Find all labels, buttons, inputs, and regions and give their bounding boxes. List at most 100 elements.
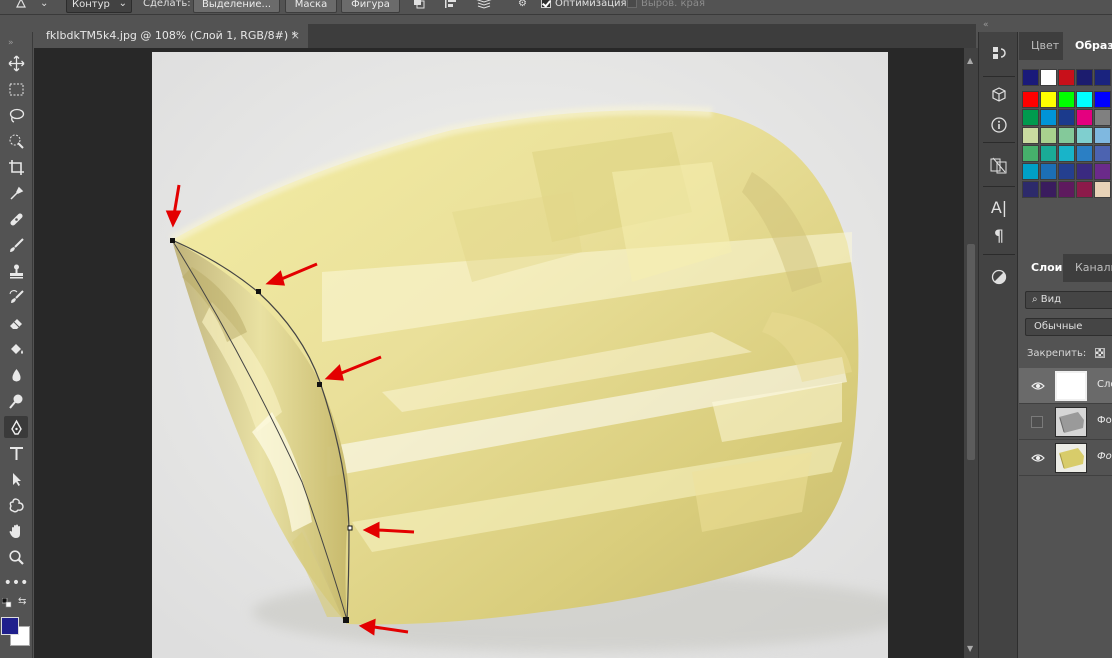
color-swatch[interactable] <box>1058 163 1075 180</box>
color-swatch[interactable] <box>1022 109 1039 126</box>
color-swatch[interactable] <box>1022 91 1039 108</box>
blend-mode-select[interactable]: Обычные <box>1025 318 1112 336</box>
color-swatch[interactable] <box>1094 127 1111 144</box>
tab-layers[interactable]: Слои <box>1019 254 1063 282</box>
move-icon[interactable] <box>4 52 28 74</box>
pen-icon[interactable] <box>4 416 28 438</box>
path-operations-icon[interactable] <box>412 0 426 13</box>
foreground-color-swatch[interactable] <box>1 617 19 635</box>
scroll-up-icon[interactable]: ▲ <box>967 56 973 65</box>
zoom-icon[interactable] <box>4 546 28 568</box>
default-colors-icon[interactable] <box>1 597 12 608</box>
color-swatch[interactable] <box>1076 109 1093 126</box>
align-edges-checkbox[interactable] <box>627 0 637 8</box>
history-icon[interactable] <box>988 42 1010 64</box>
color-swatch[interactable] <box>1022 127 1039 144</box>
scrollbar-thumb[interactable] <box>967 244 975 460</box>
crop-icon[interactable] <box>4 156 28 178</box>
color-swatch[interactable] <box>1076 145 1093 162</box>
more-icon[interactable]: ••• <box>4 572 29 594</box>
info-icon[interactable] <box>988 114 1010 136</box>
color-swatch[interactable] <box>1076 181 1093 198</box>
tab-channels[interactable]: Каналы <box>1063 254 1112 282</box>
color-swatch[interactable] <box>1040 91 1057 108</box>
scroll-down-icon[interactable]: ▼ <box>967 644 973 653</box>
eye-icon[interactable] <box>1031 379 1045 393</box>
color-swatch[interactable] <box>1022 181 1039 198</box>
recent-swatch[interactable] <box>1022 69 1039 86</box>
color-swatch[interactable] <box>1040 145 1057 162</box>
color-swatch[interactable] <box>1022 163 1039 180</box>
dodge-icon[interactable] <box>4 390 28 412</box>
color-swatch[interactable] <box>1058 91 1075 108</box>
document-canvas[interactable] <box>152 52 888 658</box>
optimize-option[interactable]: Оптимизация <box>541 0 627 13</box>
custom-shape-icon[interactable] <box>4 494 28 516</box>
optimize-checkbox[interactable] <box>541 0 551 8</box>
color-swatch[interactable] <box>1040 109 1057 126</box>
chevron-down-icon[interactable]: ⌄ <box>40 0 48 13</box>
pen-tool-preset-icon[interactable] <box>14 0 30 13</box>
align-edges-option[interactable]: Выров. края <box>627 0 705 13</box>
layer-filter-search[interactable]: ⌕ Вид <box>1025 291 1112 309</box>
color-swatch[interactable] <box>1076 91 1093 108</box>
recent-swatch[interactable] <box>1094 69 1111 86</box>
close-icon[interactable]: × <box>291 24 300 48</box>
layer-row[interactable]: Сло <box>1019 368 1112 404</box>
color-swatch[interactable] <box>1058 181 1075 198</box>
color-swatch[interactable] <box>1094 181 1111 198</box>
panel-collapse-icon[interactable]: » <box>8 38 13 48</box>
recent-swatch[interactable] <box>1058 69 1075 86</box>
path-select-icon[interactable] <box>4 468 28 490</box>
healing-icon[interactable] <box>4 208 28 230</box>
tab-swatches[interactable]: Образцы <box>1063 32 1112 60</box>
color-swatch[interactable] <box>1094 163 1111 180</box>
color-swatch[interactable] <box>1058 109 1075 126</box>
color-swatch[interactable] <box>1076 163 1093 180</box>
color-swatch[interactable] <box>1094 91 1111 108</box>
color-swatch[interactable] <box>1040 181 1057 198</box>
eyedropper-icon[interactable] <box>4 182 28 204</box>
canvas-area[interactable] <box>34 48 964 658</box>
eraser-icon[interactable] <box>4 312 28 334</box>
lasso-icon[interactable] <box>4 104 28 126</box>
type-icon[interactable] <box>4 442 28 464</box>
color-swatch[interactable] <box>1040 127 1057 144</box>
3d-icon[interactable] <box>988 84 1010 106</box>
dock-collapse-icon[interactable]: « <box>983 20 989 30</box>
properties-icon[interactable] <box>988 154 1010 176</box>
lock-transparency-icon[interactable] <box>1095 348 1106 358</box>
color-swatch[interactable] <box>1040 163 1057 180</box>
history-brush-icon[interactable] <box>4 286 28 308</box>
gear-icon[interactable]: ⚙ <box>518 0 527 13</box>
visibility-toggle-off[interactable] <box>1031 416 1043 428</box>
brush-icon[interactable] <box>4 234 28 256</box>
hand-icon[interactable] <box>4 520 28 542</box>
quick-select-icon[interactable] <box>4 130 28 152</box>
pen-mode-select[interactable]: Контур ⌄ <box>66 0 132 13</box>
stamp-icon[interactable] <box>4 260 28 282</box>
path-arrangement-icon[interactable] <box>476 0 494 13</box>
make-mask-button[interactable]: Маска <box>285 0 337 13</box>
color-swatch[interactable] <box>1022 145 1039 162</box>
color-swatch[interactable] <box>1058 127 1075 144</box>
color-swatch[interactable] <box>1058 145 1075 162</box>
color-swatch[interactable] <box>1094 109 1111 126</box>
marquee-icon[interactable] <box>4 78 28 100</box>
paint-bucket-icon[interactable] <box>4 338 28 360</box>
document-tab[interactable]: fkIbdkTM5k4.jpg @ 108% (Слой 1, RGB/8#) … <box>34 24 308 48</box>
color-swatch[interactable] <box>1094 145 1111 162</box>
tab-color[interactable]: Цвет <box>1019 32 1063 60</box>
path-alignment-icon[interactable] <box>444 0 458 13</box>
recent-swatch[interactable] <box>1076 69 1093 86</box>
color-swatch[interactable] <box>1076 127 1093 144</box>
vertical-scrollbar[interactable]: ▲ ▼ <box>964 48 978 658</box>
paragraph-icon[interactable]: ¶ <box>988 224 1010 246</box>
make-shape-button[interactable]: Фигура <box>341 0 400 13</box>
recent-swatch[interactable] <box>1040 69 1057 86</box>
character-icon[interactable]: A| <box>988 196 1010 218</box>
layer-row[interactable]: Фо <box>1019 404 1112 440</box>
adjustments-icon[interactable] <box>988 266 1010 288</box>
make-selection-button[interactable]: Выделение... <box>193 0 280 13</box>
blur-icon[interactable] <box>4 364 28 386</box>
